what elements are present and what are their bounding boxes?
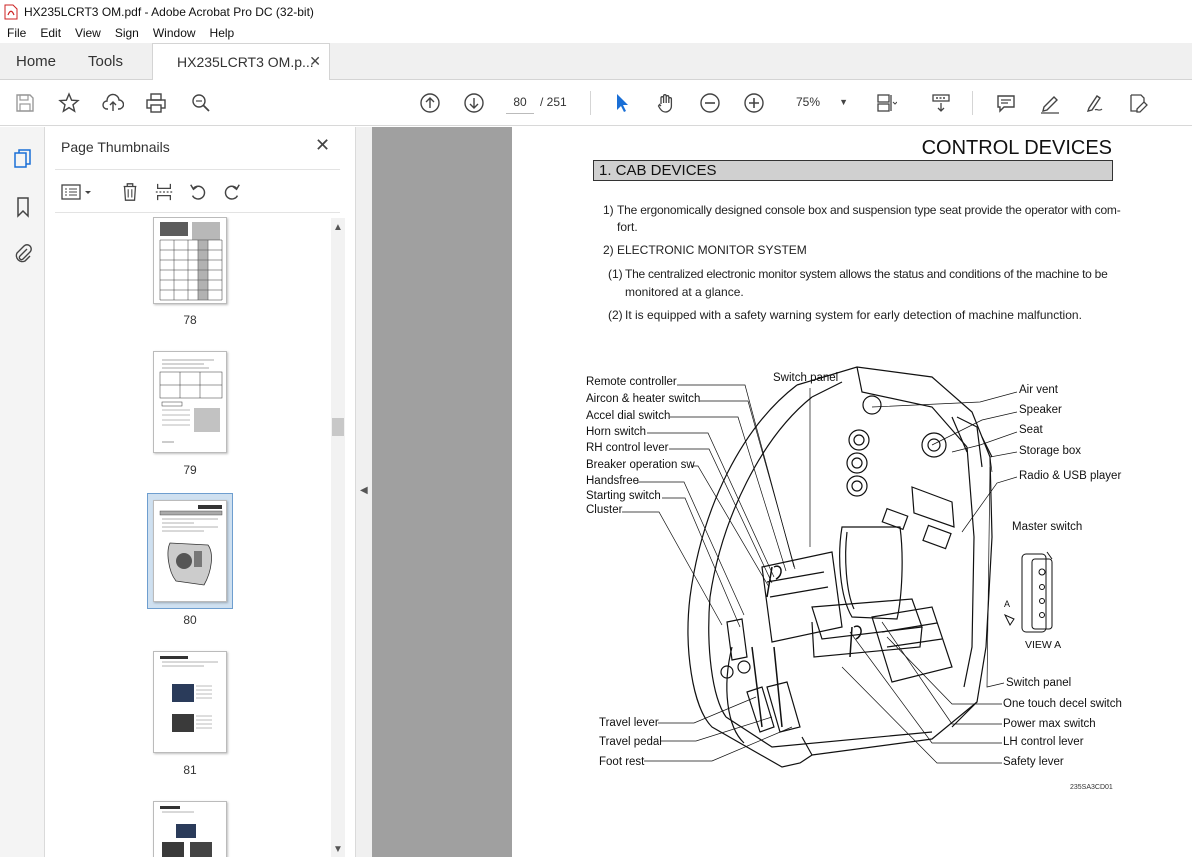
figure-label: Switch panel <box>1006 677 1072 689</box>
page-thumbnail-79[interactable] <box>153 351 227 453</box>
scroll-mode-icon[interactable] <box>928 90 954 116</box>
title-bar: HX235LCRT3 OM.pdf - Adobe Acrobat Pro DC… <box>0 0 1192 23</box>
scrollbar-thumb[interactable] <box>332 418 344 436</box>
pdf-page: CONTROL DEVICES 1. CAB DEVICES 1) The er… <box>512 127 1192 857</box>
page-thumbnails-icon[interactable] <box>11 147 35 171</box>
figure-code: 235SA3CD01 <box>1070 784 1113 791</box>
print-icon[interactable] <box>143 90 169 116</box>
upload-cloud-icon[interactable] <box>100 90 126 116</box>
figure-label: Storage box <box>1019 445 1082 457</box>
previous-page-icon[interactable] <box>417 90 443 116</box>
main-toolbar: 80 / 251 75% ▼ <box>0 80 1192 126</box>
collapse-panel-arrow-icon[interactable]: ◀ <box>360 485 368 496</box>
thumbnail-page-number: 79 <box>183 463 197 477</box>
figure-label: Horn switch <box>586 426 647 438</box>
figure-label: Breaker operation sw <box>586 459 695 471</box>
menu-bar: File Edit View Sign Window Help <box>0 23 1192 43</box>
document-view[interactable]: CONTROL DEVICES 1. CAB DEVICES 1) The er… <box>372 127 1192 857</box>
chevron-down-icon: ▼ <box>839 97 848 107</box>
figure-label: Power max switch <box>1003 718 1096 730</box>
page-thumbnails-panel: Page Thumbnails ✕ 78 79 80 81 <box>45 127 355 857</box>
next-page-icon[interactable] <box>461 90 487 116</box>
figure-label: Seat <box>1019 424 1043 436</box>
figure-label: VIEW A <box>1025 639 1062 651</box>
page-thumbnail-80[interactable] <box>153 500 227 602</box>
sign-pen-icon[interactable] <box>1081 90 1107 116</box>
page-number-input[interactable]: 80 <box>506 90 534 114</box>
page-thumbnail-partial[interactable] <box>153 801 227 857</box>
pdf-file-icon <box>4 4 18 19</box>
toolbar-divider <box>590 91 591 115</box>
bookmarks-icon[interactable] <box>11 195 35 219</box>
close-tab-icon[interactable]: ✕ <box>309 53 321 70</box>
tab-home[interactable]: Home <box>16 43 56 80</box>
hand-tool-icon[interactable] <box>653 90 679 116</box>
select-cursor-icon[interactable] <box>609 90 635 116</box>
figure-label: Cluster <box>586 504 623 516</box>
fit-page-icon[interactable] <box>873 90 899 116</box>
menu-file[interactable]: File <box>0 26 33 40</box>
figure-label: Accel dial switch <box>586 410 671 422</box>
highlight-pen-icon[interactable] <box>1037 90 1063 116</box>
figure-label: Travel pedal <box>599 736 662 748</box>
tab-tools[interactable]: Tools <box>88 43 123 80</box>
figure-label: LH control lever <box>1003 736 1084 748</box>
attachments-paperclip-icon[interactable] <box>11 241 35 265</box>
figure-label: Safety lever <box>1003 756 1064 768</box>
insert-page-icon[interactable] <box>152 180 176 204</box>
zoom-in-icon[interactable] <box>741 90 767 116</box>
zoom-out-icon[interactable] <box>697 90 723 116</box>
page-thumbnail-78[interactable] <box>153 217 227 304</box>
scroll-up-arrow-icon[interactable]: ▲ <box>333 222 343 233</box>
menu-window[interactable]: Window <box>146 26 203 40</box>
panel-title: Page Thumbnails <box>61 139 170 155</box>
zoom-level-value: 75% <box>796 95 821 109</box>
thumbnail-page-number: 80 <box>183 613 197 627</box>
delete-page-trash-icon[interactable] <box>118 180 142 204</box>
figure-label: Master switch <box>1012 521 1083 533</box>
page-thumbnail-81[interactable] <box>153 651 227 753</box>
menu-help[interactable]: Help <box>203 26 242 40</box>
figure-label: One touch decel switch <box>1003 698 1122 710</box>
figure-label: Starting switch <box>586 490 661 502</box>
thumbnail-page-number: 78 <box>183 313 197 327</box>
thumbnail-page-number: 81 <box>183 763 197 777</box>
tabs-row: Home Tools HX235LCRT3 OM.p... ✕ <box>0 43 1192 81</box>
toolbar-divider <box>972 91 973 115</box>
figure-label: Speaker <box>1019 404 1062 416</box>
window-title: HX235LCRT3 OM.pdf - Adobe Acrobat Pro DC… <box>24 4 314 19</box>
menu-sign[interactable]: Sign <box>108 26 146 40</box>
figure-label: Travel lever <box>599 717 659 729</box>
figure-label: Remote controller <box>586 376 677 388</box>
comment-icon[interactable] <box>993 90 1019 116</box>
menu-view[interactable]: View <box>68 26 108 40</box>
edit-pdf-icon[interactable] <box>1125 90 1151 116</box>
tab-document[interactable]: HX235LCRT3 OM.p... ✕ <box>152 43 330 81</box>
figure-label: Aircon & heater switch <box>586 393 701 405</box>
bookmark-star-icon[interactable] <box>56 90 82 116</box>
zoom-level-select[interactable]: 75% ▼ <box>790 90 854 114</box>
navigation-rail <box>0 127 45 857</box>
menu-edit[interactable]: Edit <box>33 26 68 40</box>
figure-label: Radio & USB player <box>1019 470 1122 482</box>
tab-document-label: HX235LCRT3 OM.p... <box>177 54 314 70</box>
thumbnail-toolbar <box>55 169 340 213</box>
thumbnails-scrollbar[interactable]: ▲ ▼ <box>331 218 345 857</box>
save-icon[interactable] <box>12 90 38 116</box>
thumbnail-options-menu[interactable] <box>59 180 95 204</box>
rotate-clockwise-icon[interactable] <box>220 180 244 204</box>
figure-label: Handsfree <box>586 475 640 487</box>
figure-label: Air vent <box>1019 384 1058 396</box>
figure-label: Switch panel <box>773 372 839 384</box>
scroll-down-arrow-icon[interactable]: ▼ <box>333 844 343 855</box>
close-panel-icon[interactable]: ✕ <box>315 135 330 156</box>
zoom-search-icon[interactable] <box>188 90 214 116</box>
figure-label: Foot rest <box>599 756 645 768</box>
rotate-counterclockwise-icon[interactable] <box>186 180 210 204</box>
figure-label: RH control lever <box>586 442 669 454</box>
thumbnails-list: 78 79 80 81 <box>45 217 345 857</box>
panel-splitter[interactable]: ◀ <box>355 127 372 857</box>
page-total: / 251 <box>540 95 567 109</box>
figure-label: A <box>1004 599 1011 609</box>
